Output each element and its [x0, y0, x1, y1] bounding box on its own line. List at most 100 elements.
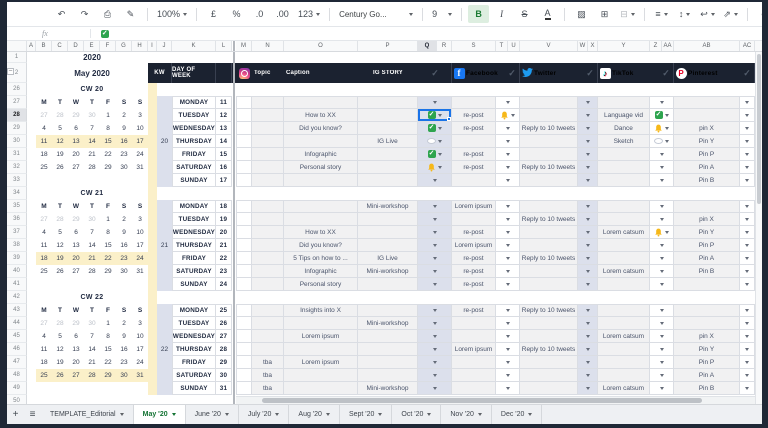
calendar-date-cell[interactable]: 22 — [100, 252, 116, 265]
tiktok-status-cell[interactable] — [650, 304, 674, 317]
pinterest-status-cell[interactable] — [740, 174, 755, 187]
column-header-R[interactable]: R — [437, 41, 452, 51]
calendar-date-cell[interactable]: 14 — [84, 239, 100, 252]
calendar-date-cell[interactable]: 28 — [84, 369, 100, 382]
pinterest-status-cell[interactable] — [740, 278, 755, 291]
sheet-tab-aug-20[interactable]: Aug '20 — [289, 405, 340, 424]
topic-cell[interactable] — [252, 174, 284, 187]
story-cell[interactable] — [358, 213, 418, 226]
calendar-date-cell[interactable]: 31 — [132, 161, 148, 174]
day-number-cell[interactable]: 17 — [216, 174, 232, 187]
pinterest-cell[interactable]: Pin A — [674, 161, 740, 174]
calendar-date-cell[interactable]: 15 — [100, 135, 116, 148]
dropdown-arrow-icon[interactable] — [586, 218, 590, 221]
dropdown-arrow-icon[interactable] — [433, 257, 437, 260]
text-wrap-button[interactable]: ↩ — [697, 5, 718, 23]
column-header-AB[interactable]: AB — [674, 41, 740, 51]
sheet-tab-dropdown-icon[interactable] — [427, 413, 431, 416]
facebook-status-cell[interactable] — [496, 252, 520, 265]
column-header-P[interactable]: P — [358, 41, 418, 51]
col-i-cell[interactable] — [148, 213, 157, 226]
tiktok-status-cell[interactable] — [650, 200, 674, 213]
col-i-cell[interactable] — [148, 382, 157, 395]
twitter-cell[interactable] — [520, 174, 578, 187]
calendar-date-cell[interactable]: 21 — [84, 252, 100, 265]
facebook-status-cell[interactable] — [496, 213, 520, 226]
col-i-cell[interactable] — [148, 252, 157, 265]
dropdown-arrow-icon[interactable] — [745, 244, 749, 247]
topic-cell[interactable]: tba — [252, 356, 284, 369]
calendar-date-cell[interactable]: 28 — [84, 161, 100, 174]
col-i-cell[interactable] — [148, 226, 157, 239]
ig-status-cell[interactable] — [418, 304, 452, 317]
tiktok-cell[interactable] — [598, 96, 650, 109]
row-header-29[interactable]: 29 — [7, 122, 27, 135]
col-a-cell[interactable] — [27, 291, 36, 304]
calendar-date-cell[interactable]: 28 — [52, 109, 68, 122]
pinterest-status-cell[interactable] — [740, 265, 755, 278]
tiktok-cell[interactable] — [598, 369, 650, 382]
day-number-cell[interactable]: 30 — [216, 369, 232, 382]
calendar-date-cell[interactable]: 29 — [68, 109, 84, 122]
sheet-tab-dropdown-icon[interactable] — [478, 413, 482, 416]
facebook-status-cell[interactable] — [496, 304, 520, 317]
facebook-cell[interactable] — [452, 356, 496, 369]
twitter-cell[interactable] — [520, 265, 578, 278]
calendar-date-cell[interactable]: 3 — [132, 317, 148, 330]
twitter-status-cell[interactable] — [578, 369, 598, 382]
dropdown-arrow-icon[interactable] — [506, 179, 510, 182]
pinterest-cell[interactable]: Pin Y — [674, 135, 740, 148]
print-button[interactable]: ⎙ — [97, 5, 118, 23]
day-number-cell[interactable]: 31 — [216, 382, 232, 395]
calendar-date-cell[interactable]: 1 — [100, 317, 116, 330]
col-a-cell[interactable] — [27, 278, 36, 291]
dropdown-arrow-icon[interactable] — [586, 114, 590, 117]
story-cell[interactable] — [358, 304, 418, 317]
calendar-date-cell[interactable]: 19 — [52, 356, 68, 369]
dropdown-arrow-icon[interactable] — [745, 348, 749, 351]
dropdown-arrow-icon[interactable] — [586, 244, 590, 247]
calendar-date-cell[interactable]: 17 — [132, 135, 148, 148]
facebook-cell[interactable]: Lorem ipsum — [452, 200, 496, 213]
col-a-cell[interactable] — [27, 356, 36, 369]
day-name-cell[interactable]: FRIDAY — [172, 148, 216, 161]
ig-spacer-cell[interactable] — [236, 369, 252, 382]
day-number-cell[interactable]: 13 — [216, 122, 232, 135]
calendar-date-cell[interactable]: 8 — [100, 226, 116, 239]
pinterest-status-cell[interactable] — [740, 330, 755, 343]
day-of-week-header-cell[interactable]: DAY OF WEEK — [172, 63, 216, 83]
kw-cell[interactable] — [157, 252, 172, 265]
ig-spacer-cell[interactable] — [236, 343, 252, 356]
topic-cell[interactable] — [252, 343, 284, 356]
dropdown-arrow-icon[interactable] — [506, 257, 510, 260]
tiktok-cell[interactable] — [598, 317, 650, 330]
strikethrough-button[interactable]: S — [514, 5, 535, 23]
calendar-date-cell[interactable]: 10 — [132, 226, 148, 239]
row-header-2[interactable]: 2– — [7, 63, 27, 83]
row-header-41[interactable]: 41 — [7, 278, 27, 291]
select-all-corner[interactable] — [7, 41, 27, 51]
calendar-date-cell[interactable]: 16 — [116, 135, 132, 148]
calendar-date-cell[interactable]: 2 — [116, 213, 132, 226]
story-cell[interactable] — [358, 96, 418, 109]
caption-cell[interactable]: Lorem ipsum — [284, 356, 358, 369]
row-header-38[interactable]: 38 — [7, 239, 27, 252]
twitter-cell[interactable]: Reply to 10 tweets — [520, 304, 578, 317]
column-header-C[interactable]: C — [52, 41, 68, 51]
day-number-cell[interactable]: 18 — [216, 200, 232, 213]
dropdown-arrow-icon[interactable] — [438, 127, 442, 130]
ig-status-cell[interactable] — [418, 161, 452, 174]
row-header-48[interactable]: 48 — [7, 369, 27, 382]
tiktok-status-cell[interactable] — [650, 213, 674, 226]
calendar-date-cell[interactable]: 4 — [36, 122, 52, 135]
col-a-cell[interactable] — [27, 395, 36, 404]
ig-spacer-cell[interactable] — [236, 161, 252, 174]
twitter-status-cell[interactable] — [578, 161, 598, 174]
tiktok-cell[interactable] — [598, 239, 650, 252]
column-header-E[interactable]: E — [84, 41, 100, 51]
dropdown-arrow-icon[interactable] — [660, 218, 664, 221]
day-name-cell[interactable]: SATURDAY — [172, 161, 216, 174]
story-cell[interactable] — [358, 356, 418, 369]
kw-cell[interactable] — [157, 356, 172, 369]
facebook-cell[interactable]: Lorem ipsum — [452, 239, 496, 252]
